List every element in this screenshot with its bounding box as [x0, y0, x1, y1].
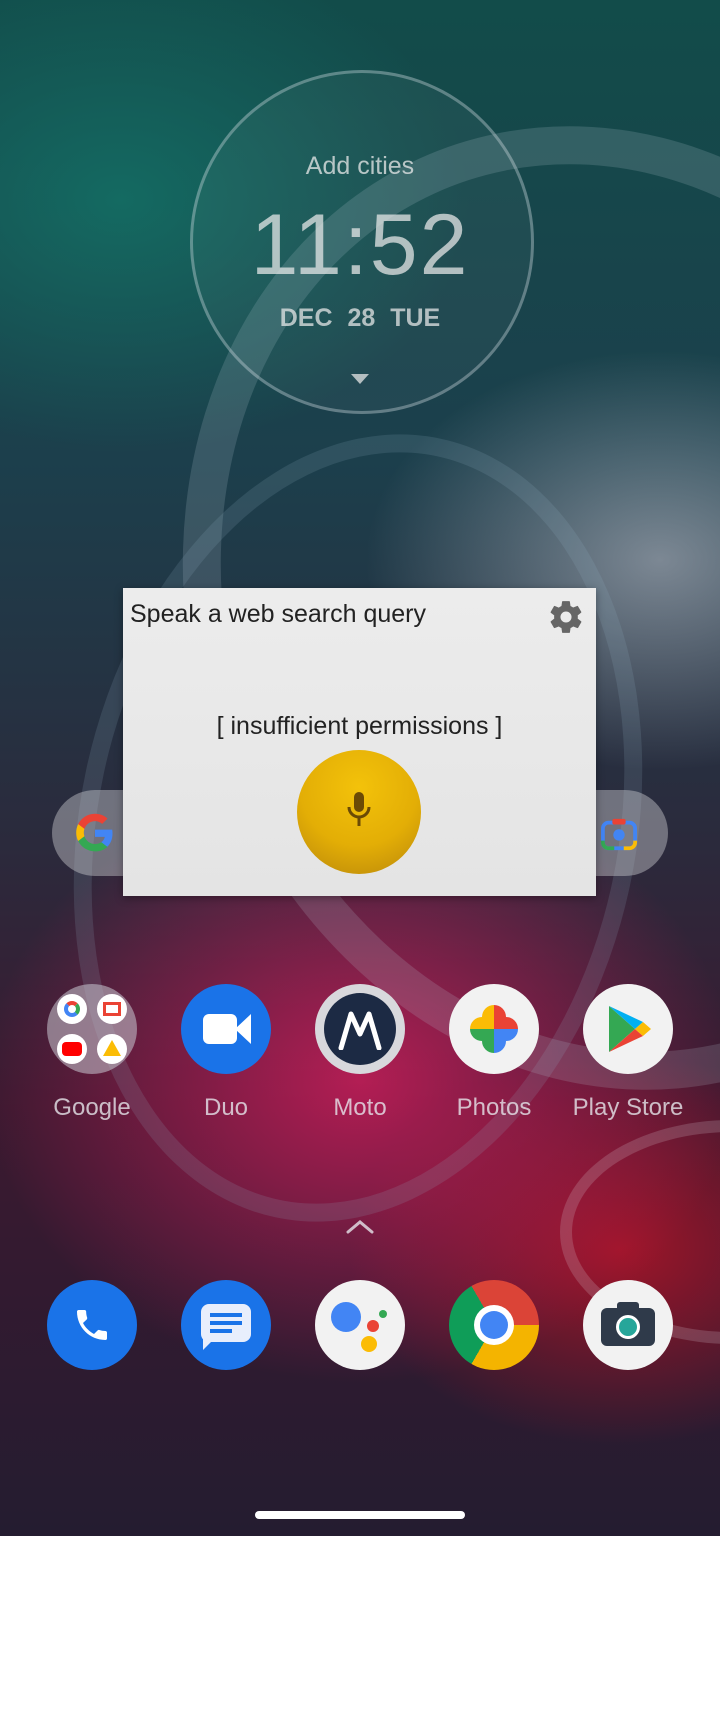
app-google-folder[interactable]: Google	[25, 984, 159, 1122]
permission-status: [ insufficient permissions ]	[216, 712, 503, 740]
camera-icon	[583, 1280, 673, 1370]
moto-icon	[315, 984, 405, 1074]
photos-icon	[449, 984, 539, 1074]
add-cities-label[interactable]: Add cities	[0, 152, 720, 181]
app-label: Duo	[203, 1094, 249, 1121]
messages-icon	[181, 1280, 271, 1370]
dock-messages[interactable]	[159, 1280, 293, 1370]
microphone-icon	[347, 792, 371, 826]
dock-phone[interactable]	[25, 1280, 159, 1370]
app-label: Photos	[456, 1094, 532, 1121]
dock-assistant[interactable]	[293, 1280, 427, 1370]
app-drawer-chevron-icon[interactable]	[346, 1218, 374, 1234]
google-folder-icon	[47, 984, 137, 1074]
dock-chrome[interactable]	[427, 1280, 561, 1370]
dock-camera[interactable]	[561, 1280, 695, 1370]
app-label: Moto	[333, 1094, 387, 1121]
phone-icon	[47, 1280, 137, 1370]
chrome-icon	[449, 1280, 539, 1370]
expand-arrow-icon[interactable]	[351, 374, 369, 384]
app-label: Google	[53, 1094, 131, 1121]
clock-time: 11:52	[250, 197, 470, 293]
voice-search-dialog: Speak a web search query [ insufficient …	[123, 588, 596, 896]
clock-date: DEC 28 TUE	[279, 304, 441, 332]
google-g-icon	[76, 813, 113, 852]
app-play-store[interactable]: Play Store	[561, 984, 695, 1122]
gesture-nav-handle[interactable]	[255, 1511, 465, 1519]
assistant-icon	[315, 1280, 405, 1370]
google-lens-icon[interactable]	[600, 816, 638, 852]
gear-icon[interactable]	[547, 598, 585, 636]
play-store-icon	[583, 984, 673, 1074]
app-duo[interactable]: Duo	[159, 984, 293, 1122]
app-label: Play Store	[572, 1094, 684, 1121]
app-moto[interactable]: Moto	[293, 984, 427, 1122]
app-photos[interactable]: Photos	[427, 984, 561, 1122]
microphone-button[interactable]	[297, 750, 421, 874]
duo-icon	[181, 984, 271, 1074]
dialog-title: Speak a web search query	[130, 600, 427, 628]
